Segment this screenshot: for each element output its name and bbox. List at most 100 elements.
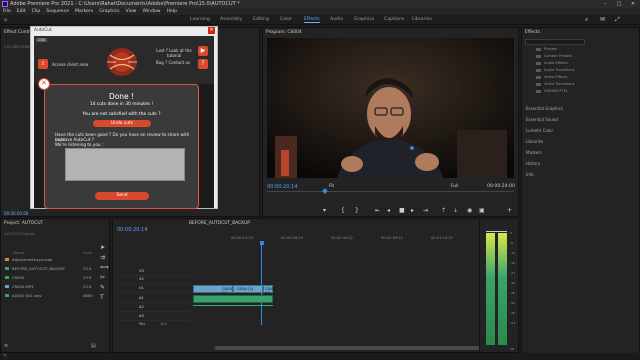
folder-custom[interactable]: HISNIMUTTEL — [536, 89, 568, 93]
lift-icon[interactable]: ⇡ — [441, 207, 446, 214]
undo-cuts-button[interactable]: Undo cuts — [93, 120, 151, 127]
tab-effects[interactable]: Effects — [525, 30, 540, 35]
add-button-icon[interactable]: + — [507, 207, 512, 214]
type-tool-icon[interactable]: T — [100, 294, 104, 301]
workspace-audio[interactable]: Audio — [330, 17, 343, 22]
workspace-libraries[interactable]: Libraries — [412, 17, 432, 22]
timeline-timecode[interactable]: 00:00:20:14 — [117, 227, 148, 233]
panel-essential-sound[interactable]: Essential Sound — [526, 117, 558, 122]
folder-audio-effects[interactable]: Audio Effects — [536, 61, 568, 65]
menu-graphics[interactable]: Graphics — [99, 9, 119, 14]
go-to-out-icon[interactable]: ⇥ — [423, 207, 428, 214]
zoom-select[interactable]: Fit — [329, 184, 334, 189]
track-v2-header[interactable]: V2 — [115, 276, 191, 284]
project-item[interactable]: CS004.MP4 23.9 — [5, 284, 91, 289]
project-item[interactable]: CS004 23.9 — [5, 275, 91, 280]
audio-clip[interactable] — [193, 295, 273, 303]
comparison-view-icon[interactable]: ▣ — [479, 207, 485, 214]
workspace-assembly[interactable]: Assembly — [220, 17, 242, 22]
video-frame[interactable] — [267, 38, 514, 178]
minimize-icon[interactable]: – — [598, 0, 612, 8]
program-scrubber[interactable] — [267, 191, 514, 192]
folder-presets[interactable]: Presets — [536, 47, 557, 51]
client-area-icon[interactable]: ⇧ — [38, 59, 48, 69]
program-timecode[interactable]: 00:00:20:14 — [267, 184, 298, 190]
scrollbar-thumb[interactable] — [215, 346, 505, 350]
project-item[interactable]: AdjustmentLayer.asp — [5, 257, 52, 262]
review-textarea[interactable] — [65, 148, 185, 181]
tutorial-play-icon[interactable]: ▶ — [198, 46, 208, 56]
resolution-select[interactable]: Full — [451, 184, 459, 189]
contact-link[interactable]: Bug ? Contact us — [156, 60, 190, 65]
close-icon[interactable]: ✕ — [626, 0, 640, 8]
export-frame-icon[interactable]: ◉ — [467, 207, 472, 214]
menu-edit[interactable]: Edit — [17, 9, 26, 14]
workspace-captions[interactable]: Captions — [384, 17, 404, 22]
fullscreen-icon[interactable]: ⤢ — [615, 16, 620, 24]
track-v1-header[interactable]: V1 — [115, 285, 191, 293]
menu-clip[interactable]: Clip — [32, 9, 41, 14]
track-a1-header[interactable]: A1 — [115, 295, 191, 303]
home-icon[interactable]: ⌂ — [4, 17, 7, 23]
workspace-color[interactable]: Color — [280, 17, 292, 22]
menu-help[interactable]: Help — [167, 9, 177, 14]
go-to-in-icon[interactable]: ⇤ — [375, 207, 380, 214]
folder-audio-transitions[interactable]: Audio Transitions — [536, 68, 575, 72]
search-icon[interactable]: ⌕ — [585, 16, 588, 24]
razor-tool-icon[interactable]: ✂ — [100, 274, 105, 281]
workspace-graphics[interactable]: Graphics — [354, 17, 374, 22]
notification-icon[interactable]: ✉ — [600, 16, 605, 23]
folder-video-transitions[interactable]: Video Transitions — [536, 82, 574, 86]
workspace-effects[interactable]: Effects — [304, 17, 320, 23]
column-name-header[interactable]: Name — [13, 250, 24, 255]
project-item[interactable]: BEFORE_AUTOCUT_BACKUP 23.9 — [5, 266, 91, 271]
tutorial-link[interactable]: Lost ? Look at the tutorial — [154, 48, 194, 58]
folder-video-effects[interactable]: Video Effects — [536, 75, 567, 79]
track-select-tool-icon[interactable]: ⇉ — [100, 254, 105, 261]
step-forward-icon[interactable]: ▸ — [411, 207, 414, 214]
column-frame-rate-header[interactable]: Fram — [83, 250, 93, 255]
pen-tool-icon[interactable]: ✎ — [100, 284, 105, 291]
mark-in-icon[interactable]: { — [341, 207, 345, 214]
mark-out-icon[interactable]: } — [355, 207, 359, 214]
popup-close-icon[interactable]: ✕ — [38, 78, 50, 90]
menu-window[interactable]: Window — [142, 9, 160, 14]
add-marker-icon[interactable]: ▾ — [323, 207, 326, 214]
folder-lumetri-presets[interactable]: Lumetri Presets — [536, 54, 572, 58]
panel-info[interactable]: Info — [526, 172, 534, 177]
selection-tool-icon[interactable]: ➤ — [100, 244, 105, 251]
panel-markers[interactable]: Markers — [526, 150, 542, 155]
tab-project[interactable]: Project: AUTOCUT — [4, 221, 43, 226]
menu-markers[interactable]: Markers — [75, 9, 93, 14]
extract-icon[interactable]: ⇣ — [453, 207, 458, 214]
maximize-icon[interactable]: □ — [612, 0, 626, 8]
step-back-icon[interactable]: ◂ — [387, 207, 390, 214]
panel-lumetri-color[interactable]: Lumetri Color — [526, 128, 553, 133]
access-client-area-link[interactable]: Access client area — [52, 62, 88, 67]
list-view-icon[interactable]: ≡ — [4, 343, 8, 349]
autocut-close-icon[interactable]: ✕ — [208, 27, 215, 34]
menu-sequence[interactable]: Sequence — [46, 9, 69, 14]
track-a2-header[interactable]: A2 — [115, 304, 191, 312]
menu-file[interactable]: File — [3, 9, 11, 14]
ripple-tool-icon[interactable]: ⟺ — [100, 264, 109, 271]
video-clip[interactable]: CS004 [V] — [233, 285, 263, 293]
panel-libraries[interactable]: Libraries — [526, 139, 543, 144]
workspace-learning[interactable]: Learning — [190, 17, 210, 22]
workspace-editing[interactable]: Editing — [253, 17, 269, 22]
video-clip[interactable]: CS004 [V] — [263, 285, 275, 295]
play-icon[interactable]: ■ — [399, 207, 405, 214]
mix-value[interactable]: 0.0 — [161, 322, 167, 326]
track-a3-header[interactable]: A3 — [115, 313, 191, 321]
track-v3-header[interactable]: V3 — [115, 268, 191, 276]
effects-search-input[interactable] — [525, 39, 585, 45]
tab-program-monitor[interactable]: Program: CS004 — [266, 30, 302, 35]
video-clip[interactable]: CS004 [V] — [193, 285, 233, 295]
send-button[interactable]: Send — [95, 192, 149, 200]
tab-timeline-sequence[interactable]: BEFORE_AUTOCUT_BACKUP — [189, 221, 250, 226]
playhead-marker-icon[interactable] — [322, 188, 328, 194]
panel-essential-graphics[interactable]: Essential Graphics — [526, 106, 563, 111]
project-item[interactable]: AUDIO 001.wav 4800 — [5, 293, 93, 298]
new-item-icon[interactable]: ▤ — [91, 343, 96, 349]
menu-view[interactable]: View — [126, 9, 137, 14]
